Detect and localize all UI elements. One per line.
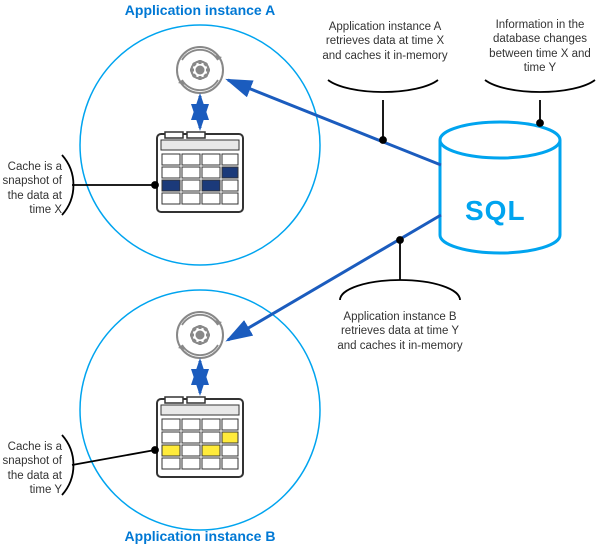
retrieve-a-label: Application instance A retrieves data at… <box>320 20 450 63</box>
sql-db-label: SQL <box>465 195 526 227</box>
cache-y-label: Cache is a snapshot of the data at time … <box>0 440 62 498</box>
cache-x-label: Cache is a snapshot of the data at time … <box>0 160 62 218</box>
callout-db-changes <box>485 80 595 126</box>
sql-database-icon <box>440 122 560 253</box>
db-changes-label: Information in the database changes betw… <box>480 18 600 76</box>
callout-cache-x <box>62 155 158 215</box>
callout-cache-y <box>62 435 158 495</box>
gear-process-icon-b <box>177 312 223 358</box>
data-grid-a <box>157 132 243 212</box>
callout-retrieve-b <box>340 237 460 300</box>
retrieve-b-label: Application instance B retrieves data at… <box>335 310 465 353</box>
gear-process-icon-a <box>177 47 223 93</box>
callout-retrieve-a <box>328 80 438 143</box>
instance-a-title: Application instance A <box>100 2 300 18</box>
diagram-canvas <box>0 0 606 548</box>
db-to-a-arrow <box>228 80 441 165</box>
data-grid-b <box>157 397 243 477</box>
instance-b-title: Application instance B <box>100 528 300 544</box>
